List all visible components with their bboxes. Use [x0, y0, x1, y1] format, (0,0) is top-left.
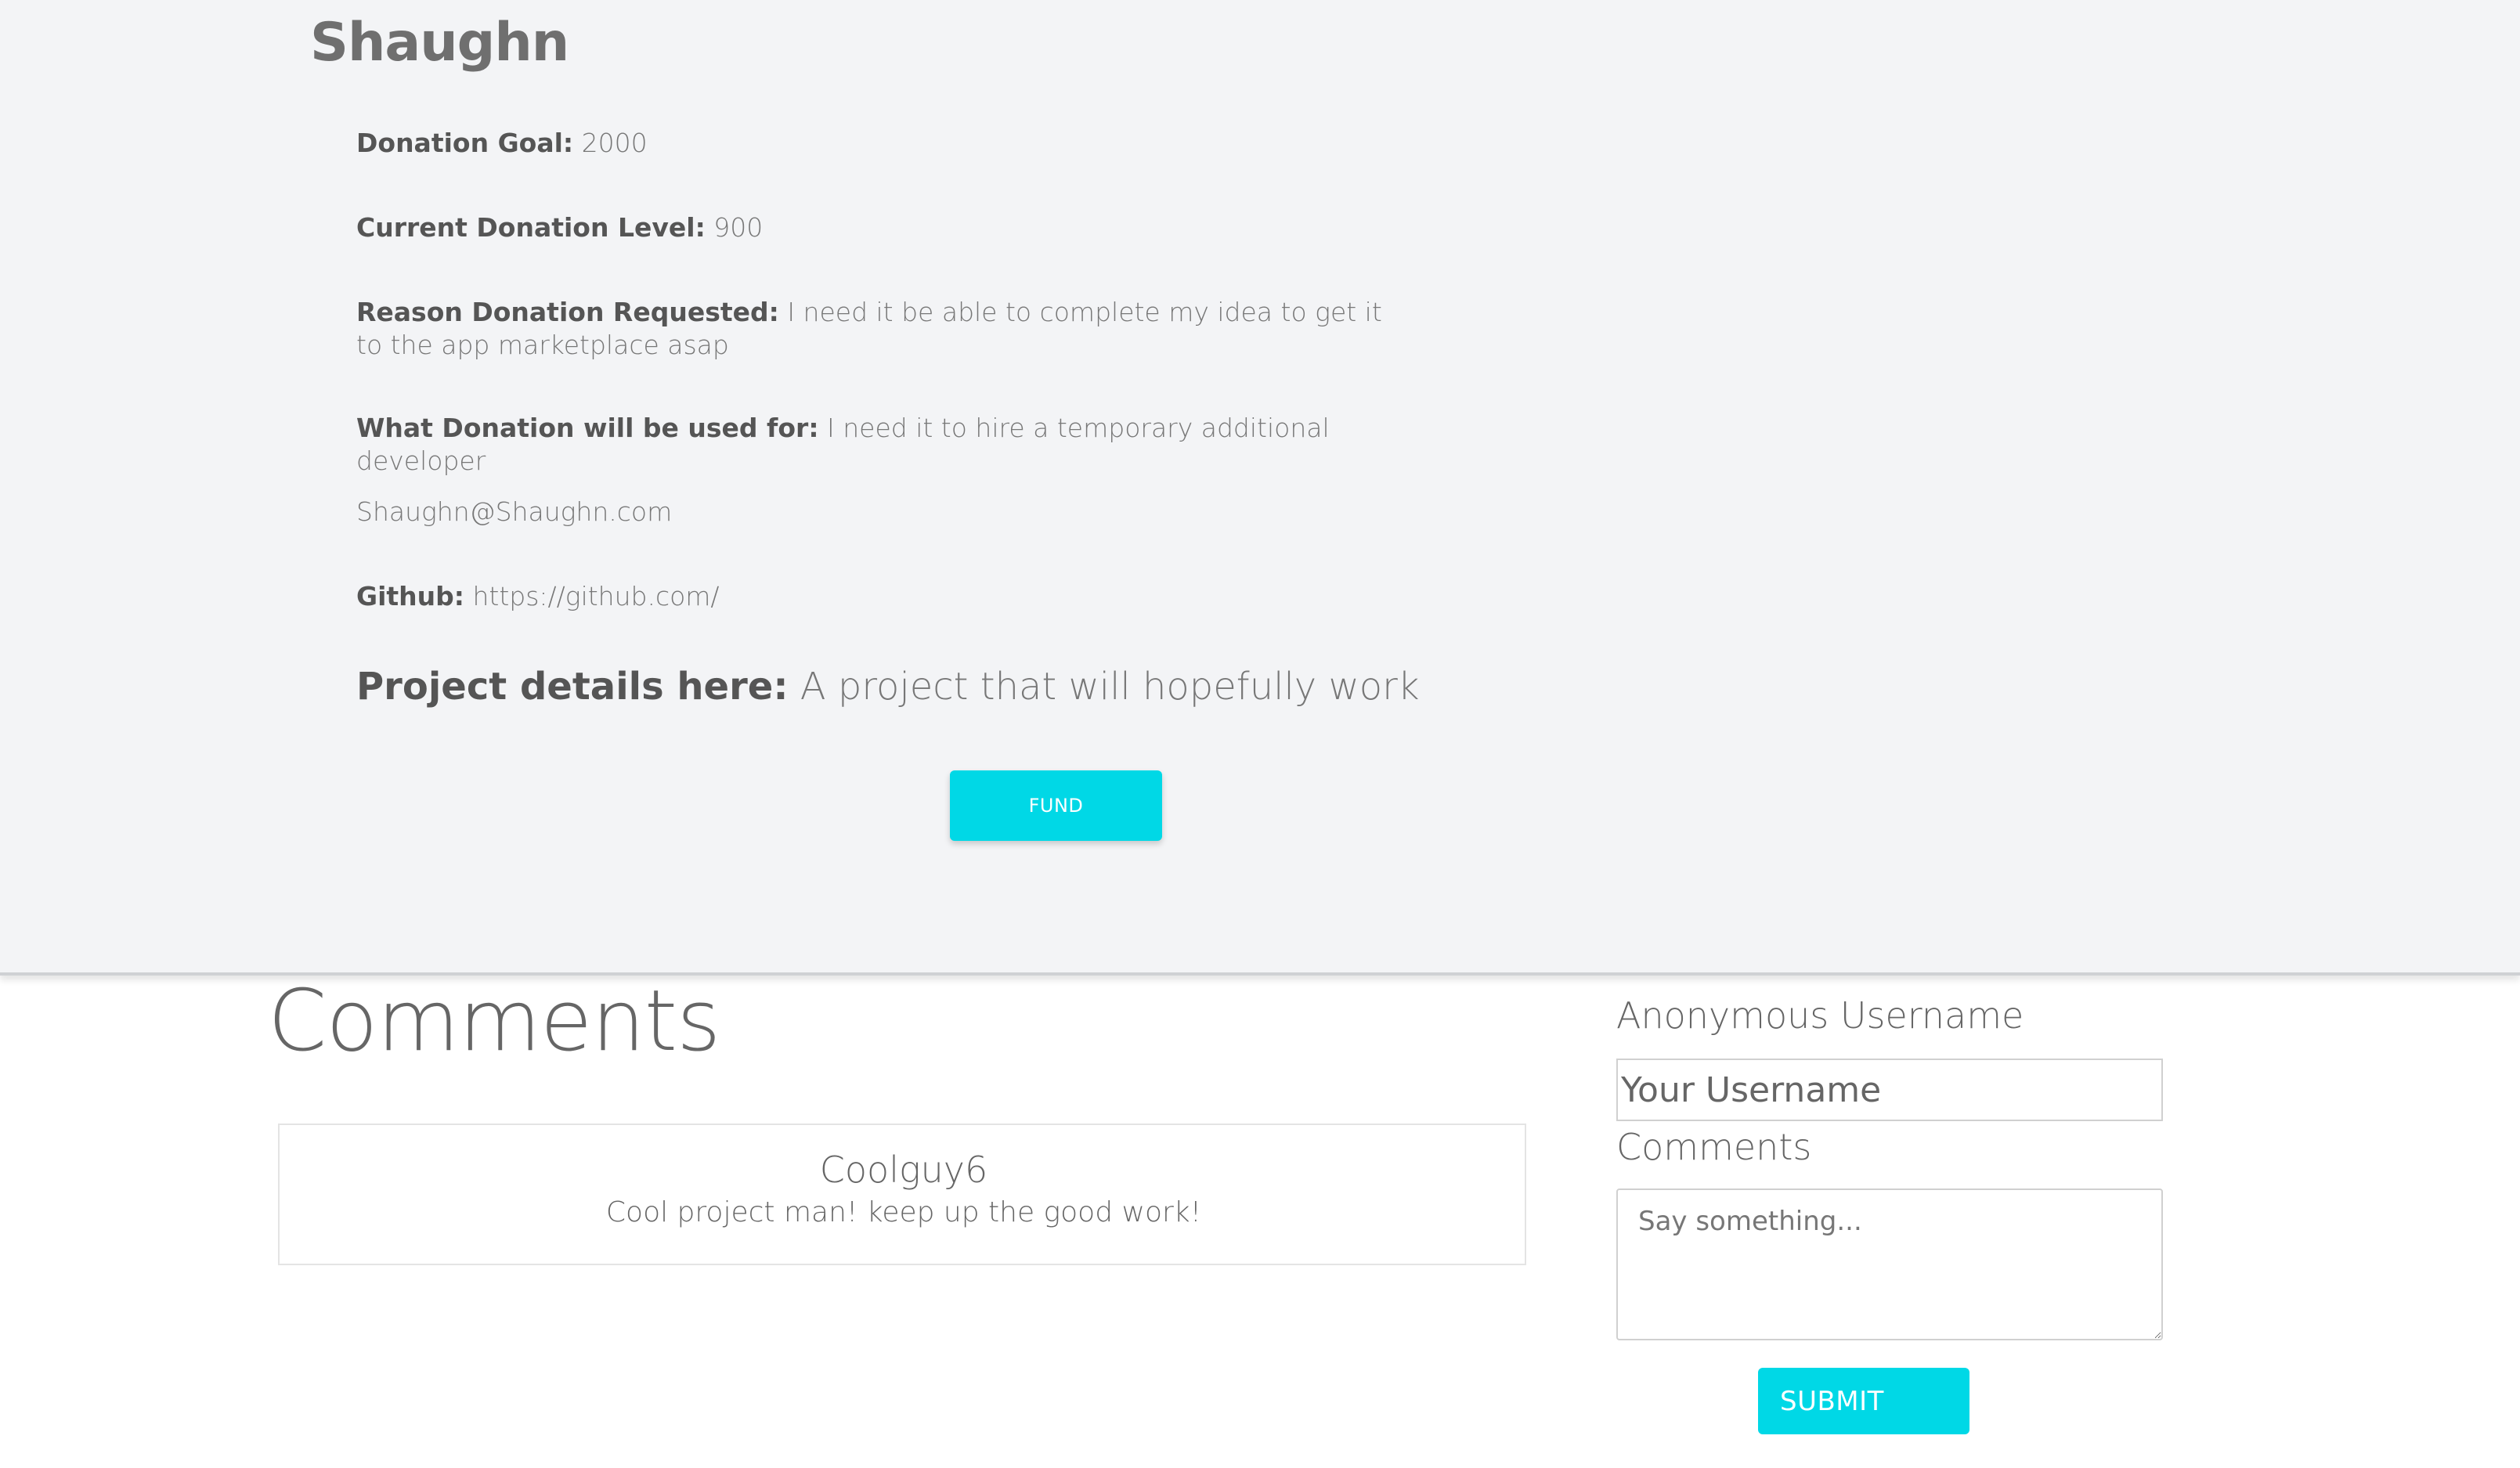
project-details: Project details here: A project that wil… — [356, 662, 1609, 712]
current-donation-level: Current Donation Level: 900 — [356, 211, 1390, 244]
donation-reason: Reason Donation Requested: I need it be … — [356, 296, 1390, 362]
username-input[interactable] — [1616, 1059, 2163, 1121]
donation-use-label: What Donation will be used for: — [356, 413, 819, 443]
github-url: https://github.com/ — [472, 581, 720, 611]
submit-button[interactable]: SUBMIT — [1758, 1368, 1969, 1434]
github-link-row: Github: https://github.com/ — [356, 580, 1390, 613]
comment-form: Anonymous Username Comments SUBMIT — [1616, 994, 2164, 1441]
project-details-label: Project details here: — [356, 665, 789, 709]
fund-button[interactable]: FUND — [950, 770, 1162, 841]
comment-label: Comments — [1616, 1126, 1812, 1168]
comment-author: Coolguy6 — [819, 1149, 988, 1191]
comment-text: Cool project man! keep up the good work! — [605, 1196, 1202, 1228]
comment-card: Coolguy6 Cool project man! keep up the g… — [278, 1124, 1526, 1265]
donation-reason-label: Reason Donation Requested: — [356, 297, 779, 327]
current-donation-level-label: Current Donation Level: — [356, 212, 706, 243]
comment-textarea[interactable] — [1616, 1188, 2163, 1340]
username-label: Anonymous Username — [1616, 994, 2024, 1037]
contact-email: Shaughn@Shaughn.com — [356, 496, 673, 527]
project-details-value: A project that will hopefully work — [800, 665, 1420, 709]
current-donation-level-value: 900 — [713, 212, 764, 243]
donation-goal-value: 2000 — [581, 128, 648, 158]
donation-goal: Donation Goal: 2000 — [356, 127, 1390, 160]
github-label: Github: — [356, 581, 464, 611]
comments-heading: Comments — [268, 972, 720, 1070]
donation-use: What Donation will be used for: I need i… — [356, 412, 1390, 478]
donation-goal-label: Donation Goal: — [356, 128, 574, 158]
project-details-panel: Shaughn Donation Goal: 2000 Current Dona… — [0, 0, 2520, 976]
project-title: Shaughn — [310, 12, 569, 74]
